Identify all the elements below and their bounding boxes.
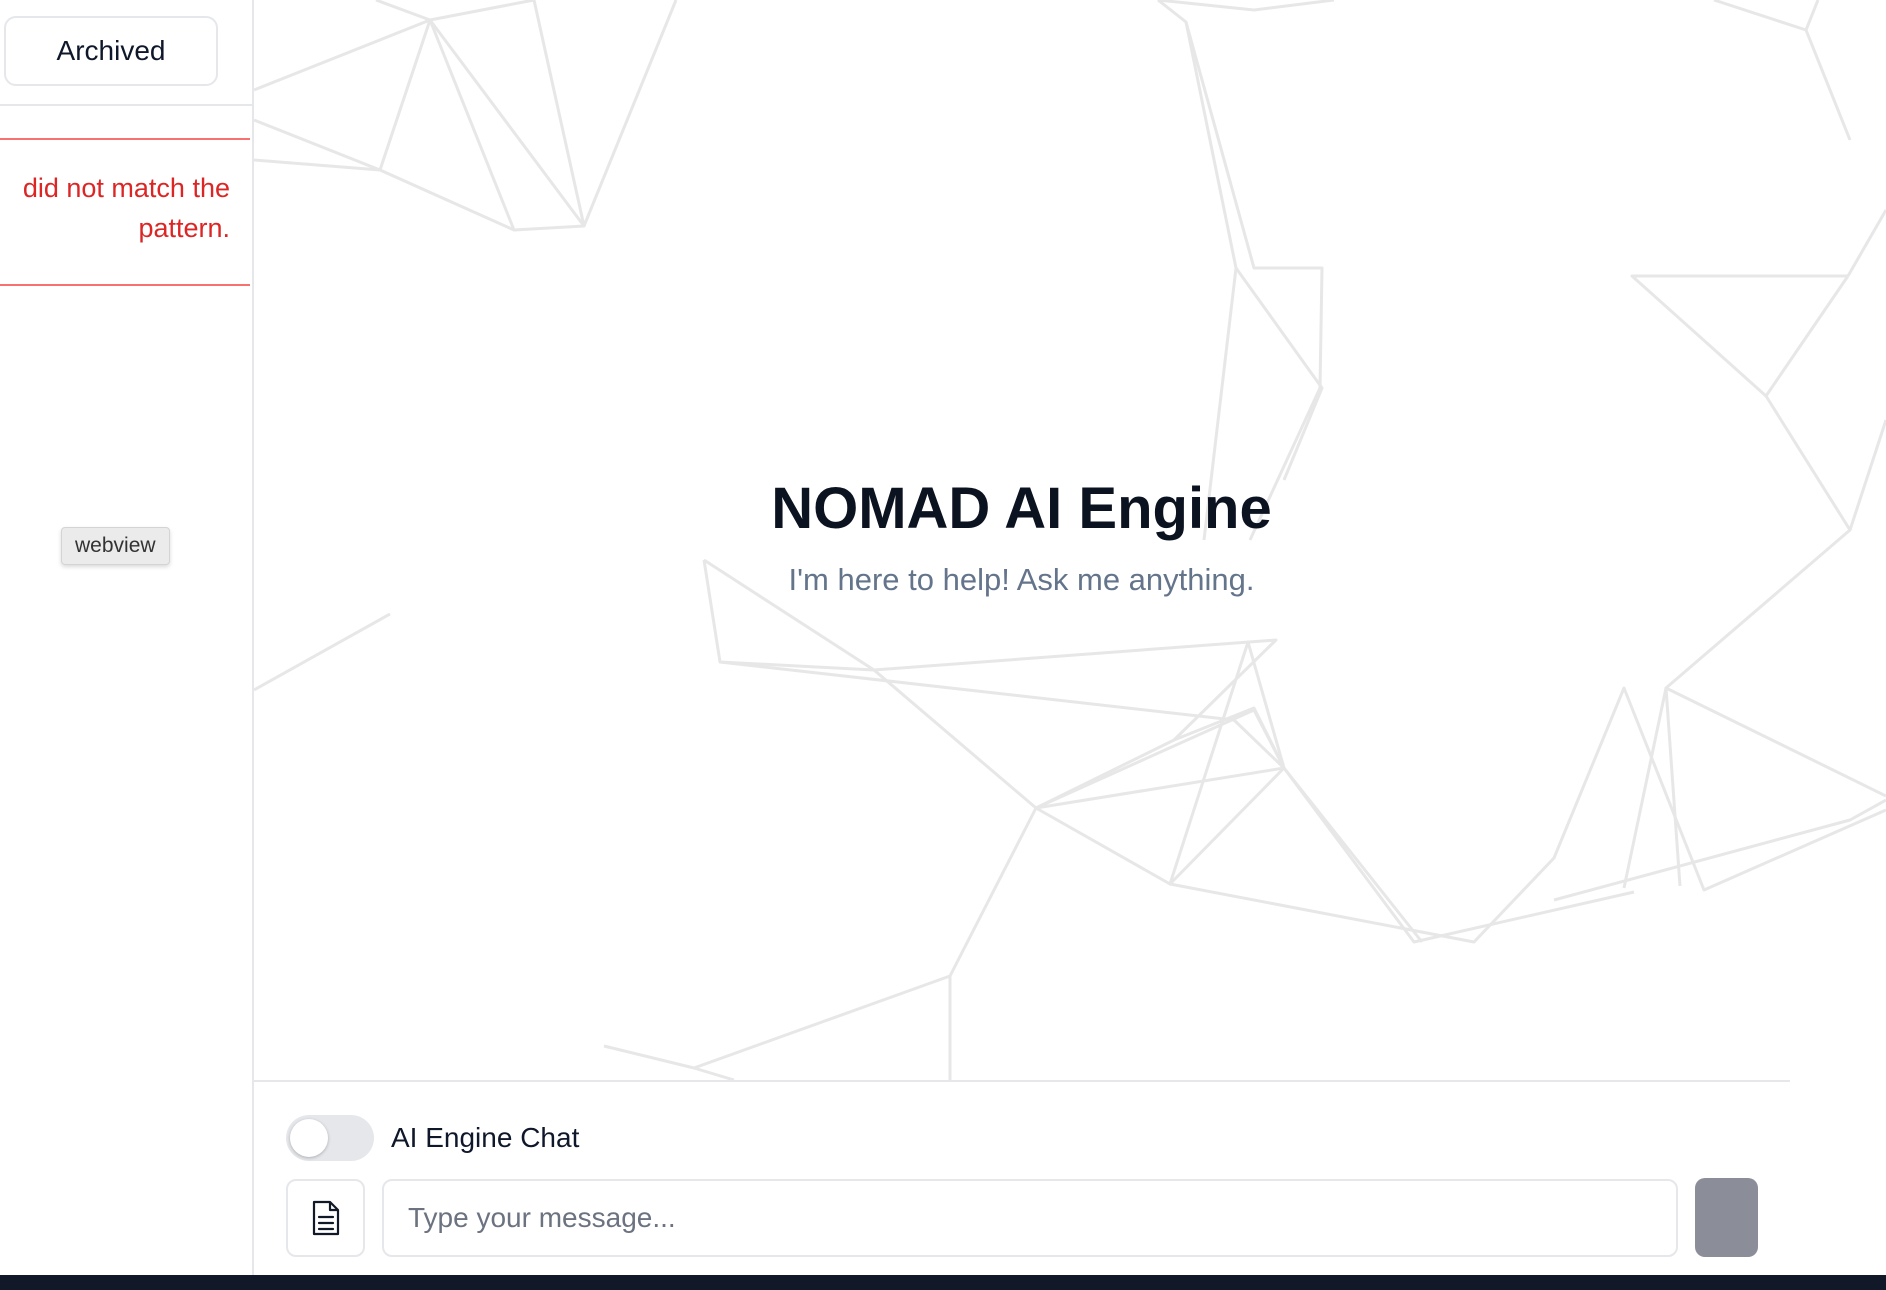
send-button[interactable] (1695, 1178, 1758, 1257)
bottom-bar (0, 1275, 1886, 1290)
webview-tooltip: webview (61, 527, 170, 565)
sidebar: Archived did not match the pattern. webv… (0, 0, 254, 1275)
page-subtitle: I'm here to help! Ask me anything. (788, 562, 1255, 597)
toggle-knob (290, 1119, 328, 1157)
sidebar-divider (0, 104, 252, 106)
error-message: did not match the pattern. (22, 173, 230, 243)
app-window: Archived did not match the pattern. webv… (0, 0, 1886, 1290)
attach-file-button[interactable] (286, 1179, 365, 1257)
ai-engine-toggle[interactable] (286, 1115, 374, 1161)
archived-button[interactable]: Archived (4, 16, 218, 86)
page-title: NOMAD AI Engine (771, 476, 1272, 541)
composer-divider (254, 1080, 1790, 1082)
hero-section: NOMAD AI Engine I'm here to help! Ask me… (254, 470, 1789, 602)
document-icon (312, 1200, 339, 1236)
toggle-label: AI Engine Chat (391, 1122, 580, 1153)
chat-main: NOMAD AI Engine I'm here to help! Ask me… (254, 0, 1886, 1275)
message-input[interactable] (382, 1179, 1678, 1257)
